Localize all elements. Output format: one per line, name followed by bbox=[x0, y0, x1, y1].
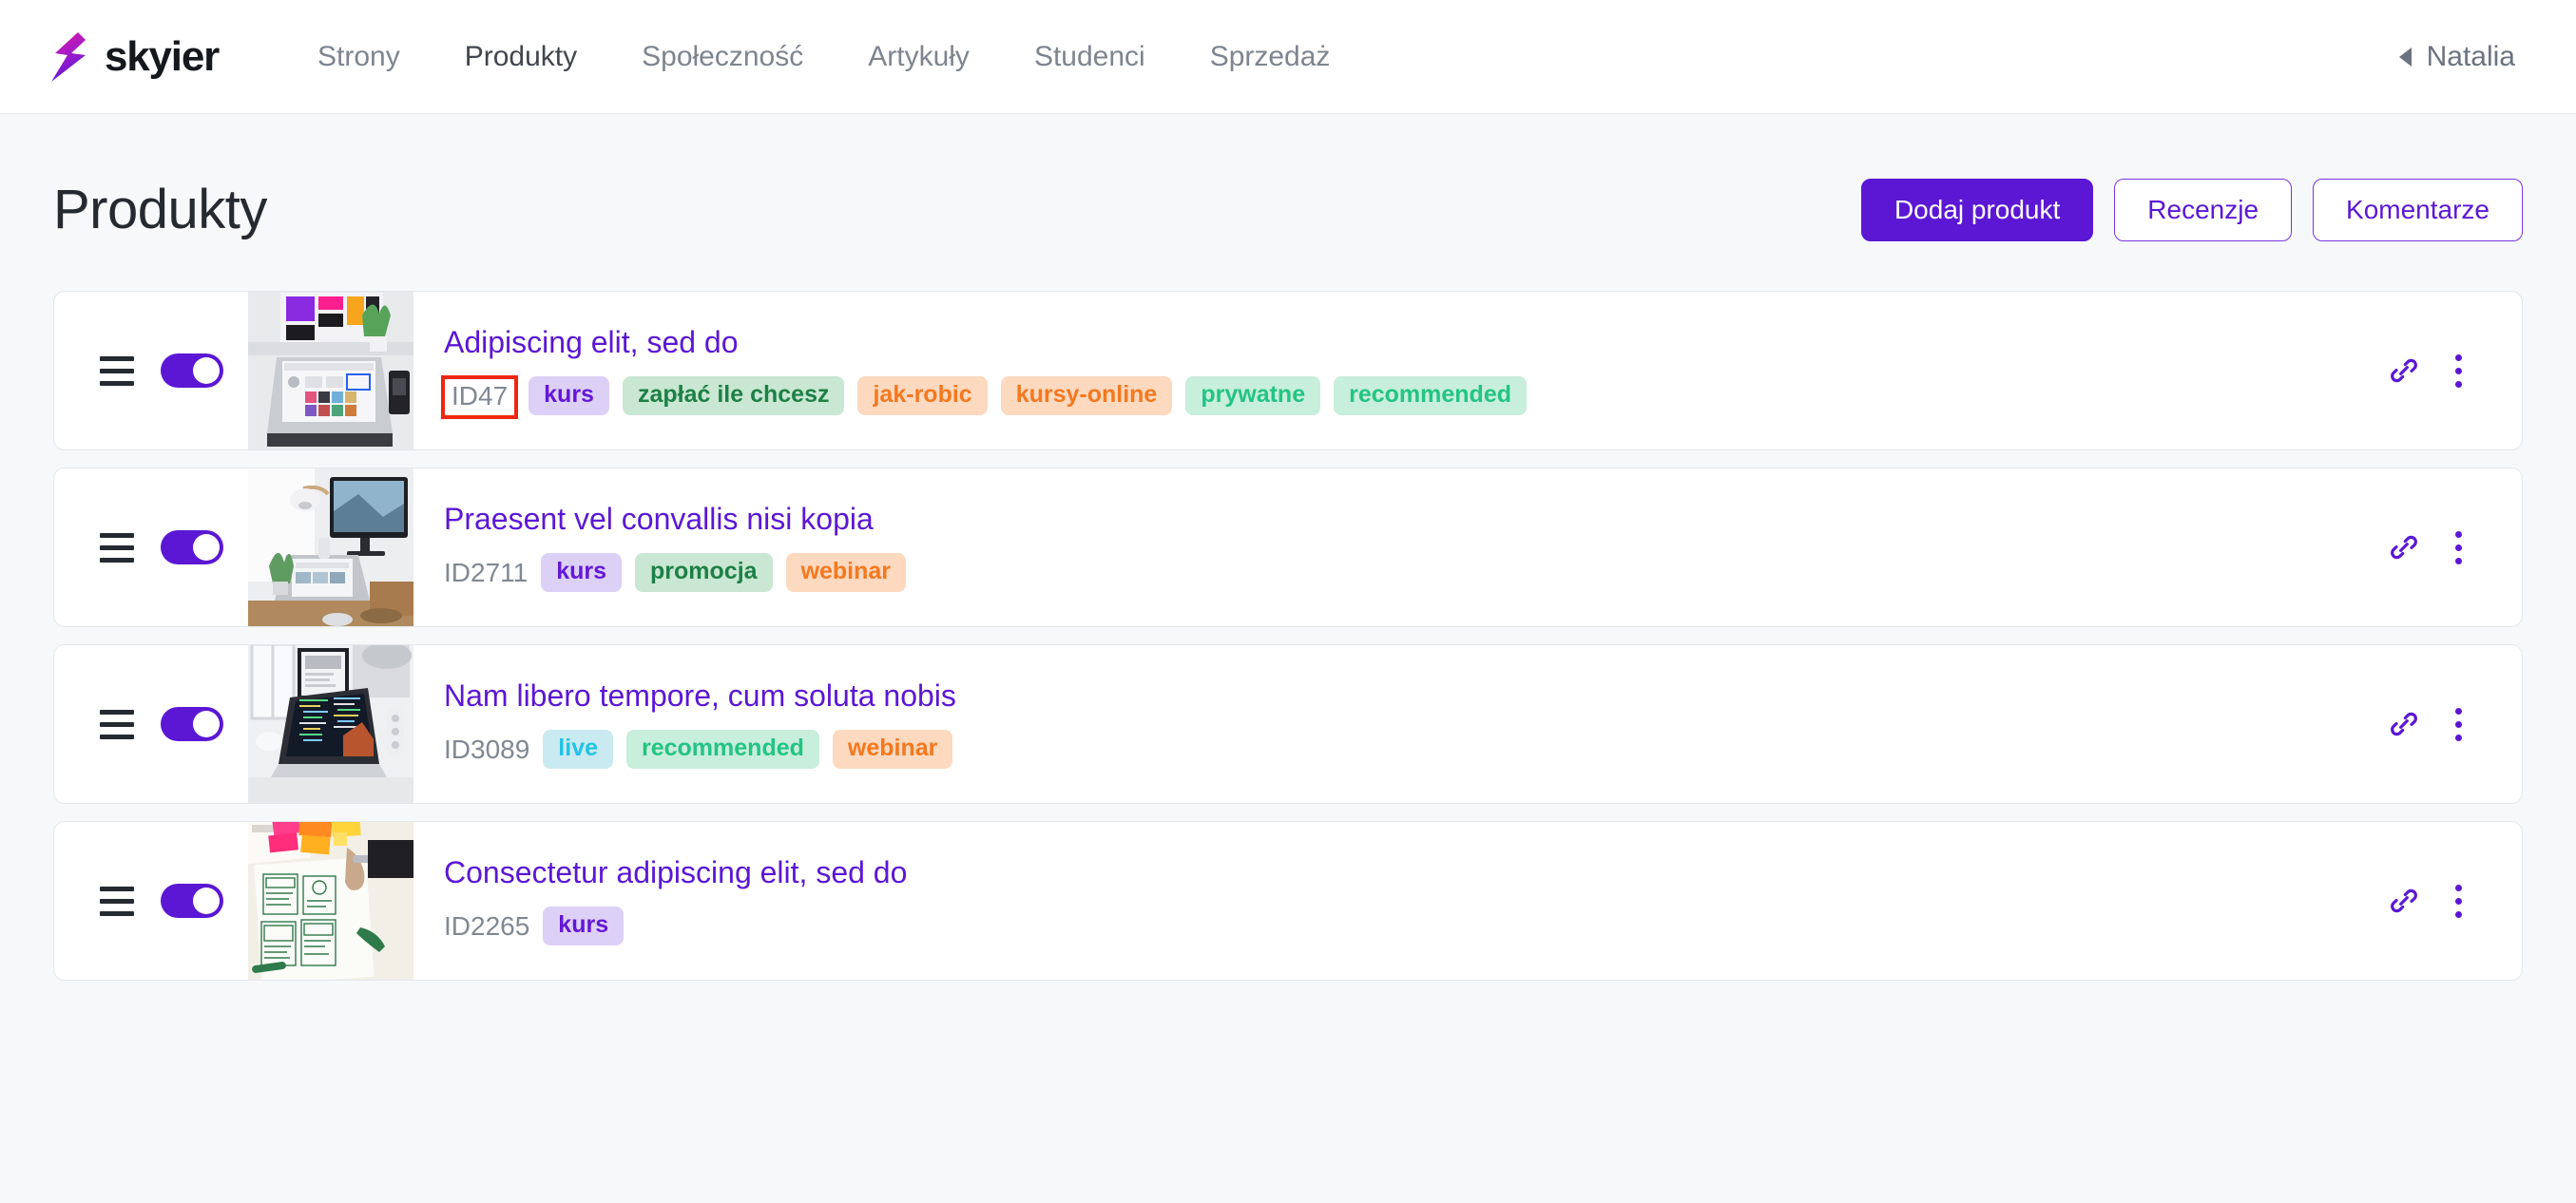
main-nav-links: Strony Produkty Społeczność Artykuły Stu… bbox=[285, 40, 1362, 74]
more-vertical-icon bbox=[2453, 884, 2463, 918]
product-title[interactable]: Adipiscing elit, sed do bbox=[444, 326, 2389, 359]
row-more-menu-button[interactable] bbox=[2453, 530, 2463, 564]
chain-link-icon bbox=[2391, 888, 2417, 913]
copy-link-button[interactable] bbox=[2389, 886, 2419, 916]
product-tag[interactable]: jak-robic bbox=[857, 376, 988, 416]
product-visibility-toggle[interactable] bbox=[161, 530, 223, 564]
row-more-menu-button[interactable] bbox=[2453, 884, 2463, 918]
brand-name: skyier bbox=[105, 32, 220, 80]
more-vertical-icon bbox=[2453, 353, 2463, 388]
drag-handle-icon[interactable] bbox=[100, 355, 134, 386]
nav-item-studenci[interactable]: Studenci bbox=[1002, 40, 1178, 74]
product-row: Consectetur adipiscing elit, sed do ID22… bbox=[53, 821, 2523, 981]
row-actions bbox=[2389, 468, 2522, 626]
product-list: Adipiscing elit, sed do ID47 kurs zapłać … bbox=[0, 257, 2576, 981]
row-controls bbox=[54, 292, 248, 449]
product-tag[interactable]: zapłać ile chcesz bbox=[622, 376, 845, 416]
nav-item-sprzedaz[interactable]: Sprzedaż bbox=[1178, 40, 1363, 74]
product-tag[interactable]: prywatne bbox=[1185, 376, 1321, 416]
product-id: ID2711 bbox=[444, 557, 529, 587]
product-row: Adipiscing elit, sed do ID47 kurs zapłać … bbox=[53, 291, 2523, 450]
chain-link-icon bbox=[2391, 535, 2417, 560]
product-tag[interactable]: kursy-online bbox=[1000, 376, 1173, 416]
row-more-menu-button[interactable] bbox=[2453, 353, 2463, 388]
reviews-button[interactable]: Recenzje bbox=[2114, 179, 2293, 241]
user-menu[interactable]: Natalia bbox=[2398, 40, 2523, 73]
nav-item-spolecznosc[interactable]: Społeczność bbox=[609, 40, 836, 74]
product-tag[interactable]: kurs bbox=[529, 376, 609, 416]
drag-handle-icon[interactable] bbox=[100, 709, 134, 739]
add-product-button[interactable]: Dodaj produkt bbox=[1860, 179, 2094, 241]
product-id: ID47 bbox=[441, 374, 519, 419]
product-tag[interactable]: webinar bbox=[832, 730, 953, 770]
nav-item-produkty[interactable]: Produkty bbox=[433, 40, 609, 74]
brand-logo[interactable]: skyier bbox=[49, 31, 220, 82]
product-tag[interactable]: recommended bbox=[626, 730, 819, 770]
nav-item-strony[interactable]: Strony bbox=[285, 40, 433, 74]
product-row: Praesent vel convallis nisi kopia ID2711… bbox=[53, 468, 2523, 627]
top-navigation-bar: skyier Strony Produkty Społeczność Artyk… bbox=[0, 0, 2576, 114]
product-tag[interactable]: webinar bbox=[785, 553, 907, 593]
comments-button[interactable]: Komentarze bbox=[2313, 179, 2523, 241]
product-visibility-toggle[interactable] bbox=[161, 884, 223, 918]
product-info: Adipiscing elit, sed do ID47 kurs zapłać … bbox=[413, 292, 2389, 449]
product-meta: ID3089 live recommended webinar bbox=[444, 730, 2389, 770]
toggle-knob bbox=[193, 534, 220, 561]
product-id: ID3089 bbox=[444, 734, 530, 764]
row-actions bbox=[2389, 645, 2522, 803]
product-tag[interactable]: recommended bbox=[1334, 376, 1527, 416]
product-row: Nam libero tempore, cum soluta nobis ID3… bbox=[53, 644, 2523, 804]
product-visibility-toggle[interactable] bbox=[161, 353, 223, 388]
row-controls bbox=[54, 645, 248, 803]
product-thumbnail bbox=[248, 292, 413, 449]
more-vertical-icon bbox=[2453, 707, 2463, 741]
product-thumbnail bbox=[248, 822, 413, 980]
copy-link-button[interactable] bbox=[2389, 709, 2419, 739]
page-title: Produkty bbox=[53, 179, 267, 240]
toggle-knob bbox=[193, 357, 220, 384]
header-actions: Dodaj produkt Recenzje Komentarze bbox=[1860, 179, 2523, 241]
product-meta: ID47 kurs zapłać ile chcesz jak-robic kursy… bbox=[441, 374, 2389, 419]
product-id: ID2265 bbox=[444, 910, 530, 941]
chain-link-icon bbox=[2391, 712, 2417, 736]
chain-link-icon bbox=[2391, 358, 2417, 383]
copy-link-button[interactable] bbox=[2389, 532, 2419, 563]
row-actions bbox=[2389, 292, 2522, 449]
product-tag[interactable]: live bbox=[543, 730, 613, 770]
product-meta: ID2711 kurs promocja webinar bbox=[444, 553, 2389, 593]
drag-handle-icon[interactable] bbox=[100, 886, 134, 916]
product-thumbnail bbox=[248, 468, 413, 626]
toggle-knob bbox=[193, 711, 220, 737]
more-vertical-icon bbox=[2453, 530, 2463, 564]
row-controls bbox=[54, 822, 248, 980]
page-header: Produkty Dodaj produkt Recenzje Komentar… bbox=[0, 114, 2576, 257]
row-actions bbox=[2389, 822, 2522, 980]
toggle-knob bbox=[193, 888, 220, 914]
row-more-menu-button[interactable] bbox=[2453, 707, 2463, 741]
product-title[interactable]: Consectetur adipiscing elit, sed do bbox=[444, 856, 2389, 889]
caret-left-icon bbox=[2398, 47, 2412, 67]
product-thumbnail bbox=[248, 645, 413, 803]
product-info: Nam libero tempore, cum soluta nobis ID3… bbox=[413, 645, 2389, 803]
user-name-label: Natalia bbox=[2426, 40, 2515, 72]
product-info: Consectetur adipiscing elit, sed do ID22… bbox=[413, 822, 2389, 980]
row-controls bbox=[54, 468, 248, 626]
product-meta: ID2265 kurs bbox=[444, 907, 2389, 946]
product-tag[interactable]: kurs bbox=[543, 907, 625, 946]
product-info: Praesent vel convallis nisi kopia ID2711… bbox=[413, 468, 2389, 626]
product-title[interactable]: Nam libero tempore, cum soluta nobis bbox=[444, 679, 2389, 713]
product-tag[interactable]: kurs bbox=[541, 553, 623, 593]
product-visibility-toggle[interactable] bbox=[161, 707, 223, 741]
lightning-bolt-icon bbox=[51, 31, 86, 82]
nav-item-artykuly[interactable]: Artykuły bbox=[836, 40, 1002, 74]
copy-link-button[interactable] bbox=[2389, 355, 2419, 386]
drag-handle-icon[interactable] bbox=[100, 532, 134, 563]
product-tag[interactable]: promocja bbox=[635, 553, 773, 593]
product-title[interactable]: Praesent vel convallis nisi kopia bbox=[444, 503, 2389, 536]
